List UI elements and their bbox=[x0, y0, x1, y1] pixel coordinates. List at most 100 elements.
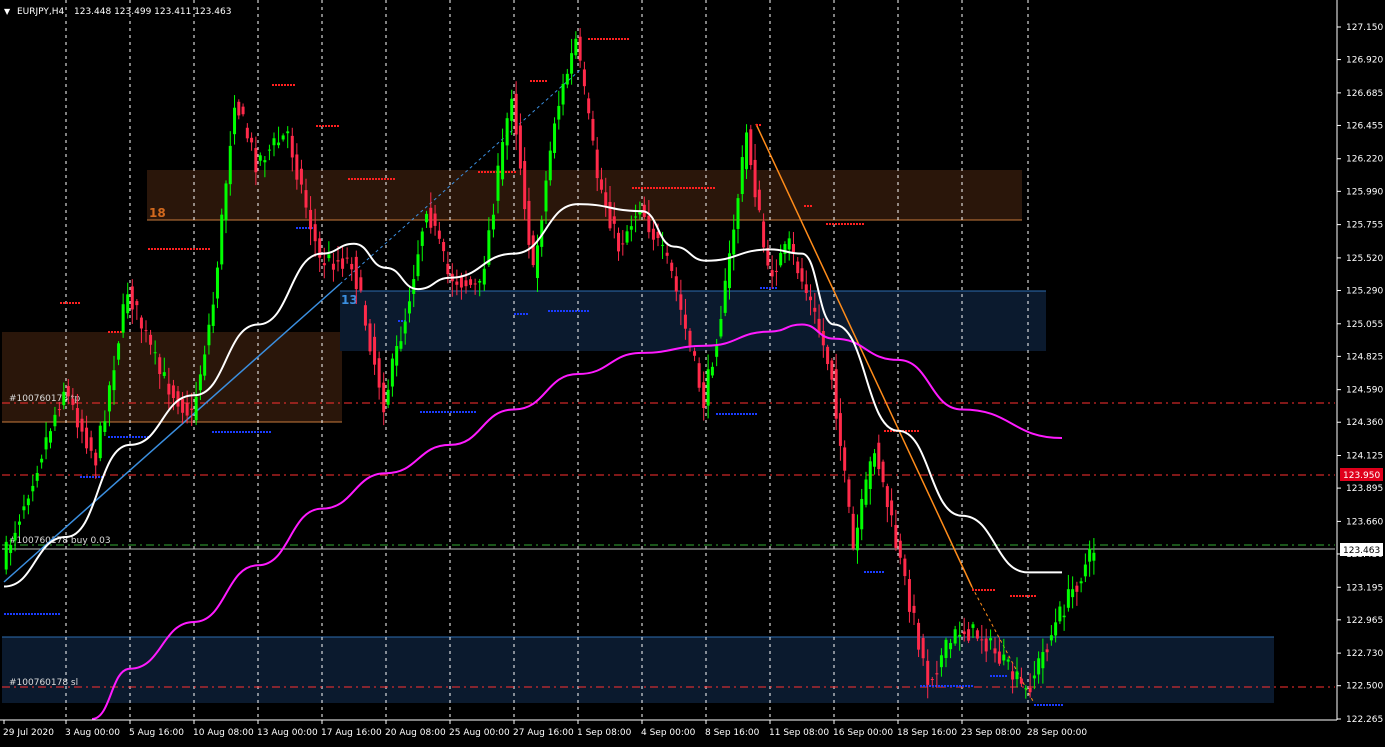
candle-body bbox=[171, 385, 175, 398]
price-tick-label: 125.990 bbox=[1346, 187, 1383, 197]
candle-body bbox=[250, 137, 254, 143]
support-dot bbox=[572, 310, 574, 312]
resistance-dot bbox=[193, 248, 195, 250]
candle-body bbox=[185, 402, 189, 416]
support-dot bbox=[1034, 704, 1036, 706]
resistance-dot bbox=[539, 80, 541, 82]
resistance-dot bbox=[659, 187, 661, 189]
support-dot bbox=[257, 431, 259, 433]
candle-body bbox=[1041, 652, 1045, 669]
resistance-dot bbox=[208, 248, 210, 250]
support-dot bbox=[722, 413, 724, 415]
support-dot bbox=[755, 413, 757, 415]
candle-body bbox=[277, 142, 281, 146]
candle-body bbox=[930, 679, 934, 681]
price-tick-label: 126.220 bbox=[1346, 155, 1383, 165]
resistance-dot bbox=[621, 38, 623, 40]
candle-body bbox=[651, 228, 655, 240]
candle-body bbox=[851, 513, 855, 549]
candle-body bbox=[813, 307, 817, 312]
resistance-dot bbox=[481, 171, 483, 173]
candle-body bbox=[715, 344, 719, 357]
candle-body bbox=[1011, 671, 1015, 680]
candle-body bbox=[482, 268, 486, 285]
candle-body bbox=[103, 421, 107, 432]
order-label-sl[interactable]: #100760178 sl bbox=[9, 678, 78, 688]
time-tick-label: 4 Sep 00:00 bbox=[641, 728, 696, 738]
price-tick-label: 126.685 bbox=[1346, 89, 1383, 99]
support-dot bbox=[990, 675, 992, 677]
candle-body bbox=[1054, 622, 1058, 636]
resistance-dot bbox=[978, 589, 980, 591]
support-dot bbox=[13, 613, 15, 615]
resistance-dot bbox=[884, 430, 886, 432]
support-dot bbox=[728, 413, 730, 415]
candle-body bbox=[570, 53, 574, 74]
candle-body bbox=[286, 131, 290, 134]
support-dot bbox=[725, 413, 727, 415]
candle-body bbox=[53, 414, 57, 427]
support-dot bbox=[120, 436, 122, 438]
resistance-dot bbox=[841, 223, 843, 225]
resistance-dot bbox=[72, 302, 74, 304]
candle-body bbox=[693, 351, 697, 356]
support-dot bbox=[465, 411, 467, 413]
support-dot bbox=[953, 685, 955, 687]
resistance-dot bbox=[151, 248, 153, 250]
candle-body bbox=[4, 541, 8, 570]
support-dot bbox=[996, 675, 998, 677]
candle-body bbox=[89, 437, 93, 451]
candle-body bbox=[149, 334, 153, 345]
candle-body bbox=[917, 622, 921, 650]
support-dot bbox=[876, 571, 878, 573]
price-chart[interactable]: 18 13 #100760178 tp #100760178 buy 0.03 … bbox=[0, 0, 1385, 743]
resistance-dot bbox=[322, 125, 324, 127]
resistance-dot bbox=[1010, 595, 1012, 597]
resistance-dot bbox=[618, 38, 620, 40]
candle-body bbox=[826, 346, 830, 365]
candle-body bbox=[304, 190, 308, 208]
resistance-dot bbox=[603, 38, 605, 40]
candle-body bbox=[354, 256, 358, 290]
chart-window[interactable]: 18 13 #100760178 tp #100760178 buy 0.03 … bbox=[0, 0, 1385, 743]
candle-body bbox=[66, 386, 70, 397]
resistance-dot bbox=[275, 84, 277, 86]
support-dot bbox=[760, 287, 762, 289]
support-dot bbox=[1061, 704, 1063, 706]
support-dot bbox=[578, 310, 580, 312]
candle-body bbox=[989, 638, 993, 641]
resistance-dot bbox=[205, 248, 207, 250]
resistance-dot bbox=[290, 84, 292, 86]
candle-body bbox=[322, 263, 326, 266]
zone-blue-middle bbox=[340, 291, 1046, 351]
candle-body bbox=[35, 473, 39, 481]
resistance-dot bbox=[591, 38, 593, 40]
resistance-dot bbox=[807, 205, 809, 207]
candle-body bbox=[233, 107, 237, 135]
support-dot bbox=[468, 411, 470, 413]
resistance-dot bbox=[594, 38, 596, 40]
resistance-dot bbox=[662, 187, 664, 189]
candle-body bbox=[350, 263, 354, 270]
candle-body bbox=[241, 106, 245, 115]
candle-body bbox=[1024, 688, 1028, 690]
candle-body bbox=[505, 118, 509, 146]
resistance-dot bbox=[387, 178, 389, 180]
resistance-dot bbox=[281, 84, 283, 86]
zone-blue-lower bbox=[2, 637, 1274, 703]
support-dot bbox=[879, 571, 881, 573]
support-dot bbox=[25, 613, 27, 615]
support-dot bbox=[52, 613, 54, 615]
support-dot bbox=[749, 413, 751, 415]
resistance-dot bbox=[533, 80, 535, 82]
menu-arrow-icon[interactable]: ▼ bbox=[4, 7, 11, 16]
candle-body bbox=[787, 238, 791, 250]
candle-body bbox=[263, 160, 267, 163]
candle-body bbox=[1049, 635, 1053, 641]
resistance-dot bbox=[63, 302, 65, 304]
support-dot bbox=[775, 287, 777, 289]
candle-body bbox=[599, 179, 603, 190]
time-tick-label: 25 Aug 00:00 bbox=[449, 728, 510, 738]
resistance-dot bbox=[157, 248, 159, 250]
candle-body bbox=[395, 346, 399, 366]
